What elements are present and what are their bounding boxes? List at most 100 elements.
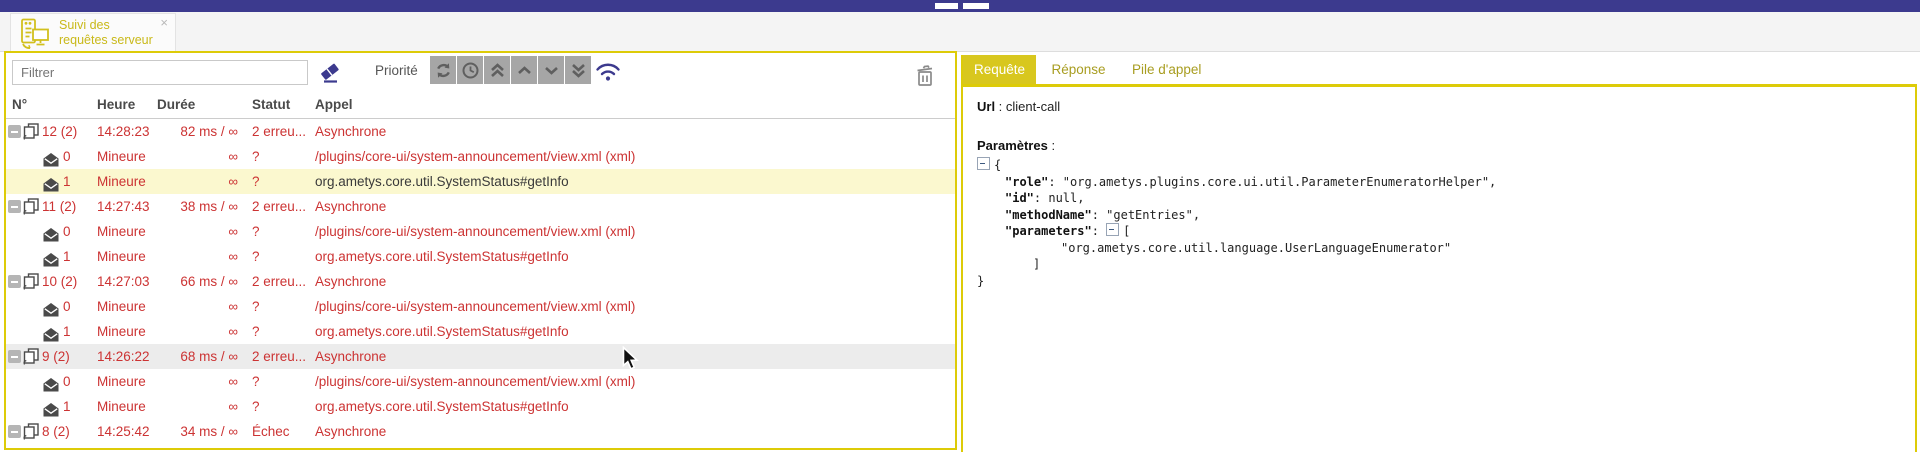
request-group-icon [23, 123, 39, 140]
tab-title-line2: requêtes serveur [59, 33, 153, 47]
subrequest-row[interactable]: 1Mineure∞?org.ametys.core.util.SystemSta… [6, 169, 955, 194]
column-header-appel[interactable]: Appel [315, 91, 353, 118]
status-cell: ? [252, 244, 312, 269]
call-cell: /plugins/core-ui/system-announcement/vie… [315, 219, 951, 244]
column-header-num[interactable]: N° [12, 91, 27, 118]
collapse-node-icon[interactable] [977, 157, 990, 170]
request-row[interactable]: 8 (2)14:25:4234 ms / ∞ÉchecAsynchrone [6, 419, 955, 444]
priority-lowest-button[interactable] [565, 56, 591, 84]
request-row[interactable]: 12 (2)14:28:2382 ms / ∞2 erreu...Asynchr… [6, 119, 955, 144]
tab-requete[interactable]: Requête [963, 55, 1036, 84]
status-cell: 2 erreu... [252, 119, 312, 144]
tab-title-line1: Suivi des [59, 18, 110, 32]
priority-down-button[interactable] [538, 56, 564, 84]
tab-reponse[interactable]: Réponse [1041, 55, 1117, 84]
status-cell: ? [252, 319, 312, 344]
clock-button[interactable] [457, 56, 483, 84]
collapse-toggle-icon[interactable] [8, 275, 21, 288]
collapse-toggle-icon[interactable] [8, 350, 21, 363]
collapse-toggle-icon[interactable] [8, 125, 21, 138]
subrequest-row[interactable]: 0Mineure∞?/plugins/core-ui/system-announ… [6, 294, 955, 319]
duration-cell: 68 ms / ∞ [146, 344, 238, 369]
params-label: Paramètres [977, 138, 1048, 153]
call-cell: org.ametys.core.util.SystemStatus#getInf… [315, 169, 951, 194]
status-cell: ? [252, 369, 312, 394]
call-cell: /plugins/core-ui/system-announcement/vie… [315, 369, 951, 394]
duration-cell: 82 ms / ∞ [146, 119, 238, 144]
json-key: "role" [1005, 175, 1048, 189]
message-icon [43, 225, 59, 239]
time-cell: Mineure [97, 394, 146, 419]
subrequest-number: 1 [63, 244, 71, 269]
time-cell: 14:25:42 [97, 419, 150, 444]
time-cell: Mineure [97, 144, 146, 169]
duration-cell: ∞ [146, 294, 238, 319]
request-number: 12 (2) [42, 119, 77, 144]
json-line: "methodName": "getEntries", [977, 207, 1901, 224]
message-icon [43, 250, 59, 264]
collapse-node-icon[interactable] [1106, 223, 1119, 236]
json-line: "org.ametys.core.util.language.UserLangu… [977, 240, 1901, 257]
tab-close-icon[interactable]: × [160, 15, 168, 30]
request-number: 8 (2) [42, 419, 70, 444]
request-row[interactable]: 9 (2)14:26:2268 ms / ∞2 erreu...Asynchro… [6, 344, 955, 369]
subrequest-number: 0 [63, 219, 71, 244]
priority-up-button[interactable] [511, 56, 537, 84]
request-row[interactable]: 11 (2)14:27:4338 ms / ∞2 erreu...Asynchr… [6, 194, 955, 219]
params-line: Paramètres : [977, 138, 1901, 153]
request-group-icon [23, 198, 39, 215]
message-icon [43, 300, 59, 314]
subrequest-number: 1 [63, 394, 71, 419]
column-header-duree[interactable]: Durée [157, 91, 195, 118]
time-cell: Mineure [97, 169, 146, 194]
json-line: "id": null, [977, 190, 1901, 207]
request-number: 11 (2) [42, 194, 76, 219]
json-line: ] [977, 256, 1901, 273]
params-separator: : [1048, 138, 1055, 153]
tab-suivi-requetes[interactable]: Suivi des requêtes serveur × [10, 13, 176, 52]
tool-tab-strip: Suivi des requêtes serveur × [0, 12, 1920, 52]
duration-cell: ∞ [146, 169, 238, 194]
url-separator: : [995, 99, 1006, 114]
request-row[interactable]: 10 (2)14:27:0366 ms / ∞2 erreu...Asynchr… [6, 269, 955, 294]
column-header-heure[interactable]: Heure [97, 91, 135, 118]
subrequest-row[interactable]: 1Mineure∞?org.ametys.core.util.SystemSta… [6, 319, 955, 344]
duration-cell: ∞ [146, 319, 238, 344]
subrequest-number: 0 [63, 294, 71, 319]
call-cell: Asynchrone [315, 344, 951, 369]
params-json-tree: {"role": "org.ametys.plugins.core.ui.uti… [977, 157, 1901, 289]
trash-icon[interactable] [915, 65, 935, 88]
subrequest-number: 1 [63, 169, 71, 194]
tab-title: Suivi des requêtes serveur [59, 18, 153, 48]
column-header-statut[interactable]: Statut [252, 91, 290, 118]
priority-highest-button[interactable] [484, 56, 510, 84]
subrequest-row[interactable]: 0Mineure∞?/plugins/core-ui/system-announ… [6, 144, 955, 169]
time-cell: Mineure [97, 369, 146, 394]
call-cell: Asynchrone [315, 419, 951, 444]
subrequest-row[interactable]: 1Mineure∞?org.ametys.core.util.SystemSta… [6, 244, 955, 269]
priority-label: Priorité [375, 63, 418, 78]
call-cell: org.ametys.core.util.SystemStatus#getInf… [315, 319, 951, 344]
wifi-icon[interactable] [595, 61, 621, 83]
call-cell: org.ametys.core.util.SystemStatus#getInf… [315, 394, 951, 419]
subrequest-row[interactable]: 1Mineure∞?org.ametys.core.util.SystemSta… [6, 394, 955, 419]
url-value: client-call [1006, 99, 1060, 114]
call-cell: org.ametys.core.util.SystemStatus#getInf… [315, 244, 951, 269]
collapse-toggle-icon[interactable] [8, 425, 21, 438]
status-cell: ? [252, 394, 312, 419]
subrequest-row[interactable]: 0Mineure∞?/plugins/core-ui/system-announ… [6, 369, 955, 394]
json-key: "id" [1005, 191, 1034, 205]
table-header: N° Heure Durée Statut Appel [6, 91, 955, 119]
status-cell: Échec [252, 419, 312, 444]
refresh-button[interactable] [430, 56, 456, 84]
call-cell: /plugins/core-ui/system-announcement/vie… [315, 294, 951, 319]
time-cell: Mineure [97, 294, 146, 319]
subrequest-number: 0 [63, 369, 71, 394]
filter-input[interactable] [12, 60, 308, 85]
collapse-toggle-icon[interactable] [8, 200, 21, 213]
tab-pile-appel[interactable]: Pile d'appel [1121, 55, 1212, 84]
subrequest-row[interactable]: 0Mineure∞?/plugins/core-ui/system-announ… [6, 219, 955, 244]
clear-filter-icon[interactable] [318, 61, 342, 85]
server-requests-icon [18, 17, 52, 51]
time-cell: 14:27:43 [97, 194, 150, 219]
